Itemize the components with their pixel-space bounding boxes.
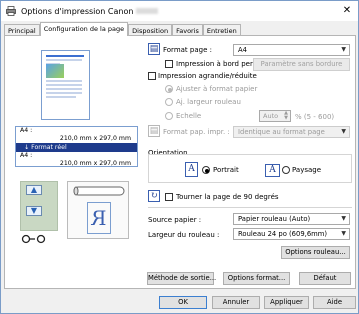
roll-paper-preview: R: [67, 181, 129, 239]
arrow-down-icon[interactable]: ▼: [26, 206, 42, 216]
default-button[interactable]: Défaut: [299, 272, 351, 285]
scale-unit-label: % (5 - 600): [295, 113, 335, 121]
borderless-checkbox[interactable]: [165, 60, 173, 68]
divider: [148, 207, 352, 208]
title-bar: Options d'impression Canon ✕: [1, 1, 358, 21]
roll-options-button[interactable]: Options rouleau...: [281, 246, 350, 259]
page-format-select[interactable]: A4 ▼: [233, 44, 350, 56]
redacted-model-name: [136, 8, 159, 14]
ok-button[interactable]: OK: [159, 296, 207, 309]
format-label: Format page :: [163, 46, 212, 54]
rotate-label: Tourner la page de 90 degrés: [176, 193, 279, 201]
chevron-down-icon: ▼: [341, 46, 346, 53]
roll-holder-icon: [21, 234, 46, 244]
tab-page-setup[interactable]: Configuration de la page: [39, 22, 129, 36]
chevron-down-icon: ▼: [341, 128, 346, 135]
format-options-button[interactable]: Options format...: [223, 272, 290, 285]
landscape-label: Paysage: [292, 166, 322, 174]
scale-radio[interactable]: [165, 112, 173, 120]
output-size-label: A4 :: [20, 152, 33, 159]
landscape-icon: A: [265, 164, 280, 177]
fit-roll-width-radio[interactable]: [165, 98, 173, 106]
borderless-settings-button[interactable]: Paramètre sans bordure: [253, 58, 350, 71]
chevron-down-icon: ▼: [341, 215, 346, 222]
fit-paper-radio[interactable]: [165, 85, 173, 93]
spin-arrows-icon[interactable]: ▲ ▼: [284, 111, 288, 121]
source-size-label: A4 :: [20, 127, 33, 134]
page-setup-panel: A4 : 210,0 mm x 297,0 mm ↓ Format réel A…: [4, 35, 356, 289]
fit-roll-width-label: Aj. largeur rouleau: [176, 98, 241, 106]
page-preview: [41, 50, 90, 120]
output-method-button[interactable]: Méthode de sortie...: [147, 272, 216, 285]
rotate-checkbox[interactable]: [165, 193, 173, 201]
mirror-r-icon: R: [87, 202, 111, 234]
scaled-print-label: Impression agrandie/réduite: [158, 72, 257, 80]
portrait-label: Portrait: [213, 166, 239, 174]
scale-mode-indicator: ↓ Format réel: [16, 143, 137, 152]
paper-format-icon: ▤: [148, 125, 160, 137]
paper-roll-icon: [73, 186, 125, 196]
orientation-group: [148, 154, 352, 183]
apply-button[interactable]: Appliquer: [264, 296, 309, 309]
size-info-box: A4 : 210,0 mm x 297,0 mm ↓ Format réel A…: [15, 126, 138, 167]
landscape-radio[interactable]: [282, 166, 290, 174]
help-button[interactable]: Aide: [313, 296, 356, 309]
close-button[interactable]: ✕: [340, 4, 354, 18]
roll-width-select[interactable]: Rouleau 24 po (609,6mm) ▼: [233, 228, 350, 240]
window-title: Options d'impression Canon: [21, 7, 159, 16]
roll-width-label: Largeur du rouleau :: [148, 231, 220, 239]
chevron-down-icon: ▼: [341, 230, 346, 237]
paper-source-label: Source papier :: [148, 216, 202, 224]
page-size-icon: ▤: [148, 43, 160, 55]
portrait-radio[interactable]: [202, 166, 210, 174]
arrow-up-icon[interactable]: ▲: [26, 185, 42, 195]
fit-paper-label: Ajuster à format papier: [176, 85, 258, 93]
rotate-page-icon: ↻: [148, 190, 160, 202]
portrait-icon: A: [185, 162, 198, 177]
source-size-dim: 210,0 mm x 297,0 mm: [59, 135, 131, 142]
printer-preview-area: ▲ ▼ R: [15, 176, 138, 250]
cancel-button[interactable]: Annuler: [212, 296, 260, 309]
scaled-print-checkbox[interactable]: [148, 72, 156, 80]
borderless-label: Impression à bord perdu: [176, 60, 262, 68]
print-options-window: Options d'impression Canon ✕ Principal C…: [0, 0, 359, 314]
scale-input[interactable]: Auto ▲ ▼: [259, 110, 291, 122]
output-size-dim: 210,0 mm x 297,0 mm: [59, 160, 131, 167]
paper-format-label: Format pap. impr. :: [163, 128, 230, 136]
printer-icon: [6, 6, 16, 16]
paper-source-select[interactable]: Papier rouleau (Auto) ▼: [233, 213, 350, 225]
paper-format-select[interactable]: Identique au format page ▼: [233, 126, 350, 138]
scale-label: Echelle: [176, 112, 202, 120]
